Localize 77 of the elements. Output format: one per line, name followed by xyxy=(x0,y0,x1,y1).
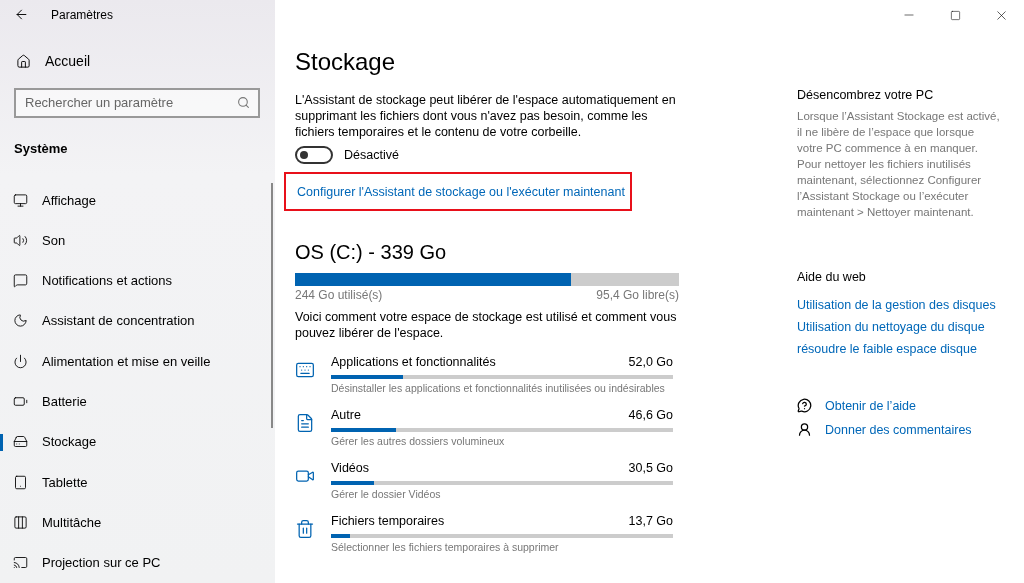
sidebar-item[interactable]: Alimentation et mise en veille xyxy=(0,341,275,382)
configure-link[interactable]: Configurer l'Assistant de stockage ou l'exécuter maintenant xyxy=(297,185,625,199)
help-link[interactable]: Utilisation de la gestion des disques xyxy=(797,298,1001,312)
sidebar-label: Alimentation et mise en veille xyxy=(42,353,211,369)
message-icon xyxy=(13,273,28,289)
aside-text: Lorsque l’Assistant Stockage est activé, il ne libère de l’espace que lorsque votre PC commence à en manquer. Pour nettoyer les fichiers inutilisés maintenant, sélectionnez Configurer l’Assistant Stockage ou l’exécuter maintenant > Nettoyer maintenant. xyxy=(797,109,1001,220)
sidebar-label: Batterie xyxy=(42,394,87,410)
columns-icon xyxy=(13,515,28,531)
person-icon xyxy=(797,422,812,437)
category-size: 46,6 Go xyxy=(628,408,673,422)
home-icon xyxy=(16,53,31,69)
sidebar-item[interactable]: Notifications et actions xyxy=(0,260,275,301)
home-label: Accueil xyxy=(45,53,91,70)
intro-text: Voici comment votre espace de stockage est utilisé et comment vous pouvez libérer de l'espace. xyxy=(295,309,678,341)
help-title: Aide du web xyxy=(797,270,867,284)
sidebar-item[interactable]: Stockage xyxy=(0,421,275,463)
speaker-icon xyxy=(13,232,28,248)
free-label: 95,4 Go libre(s) xyxy=(596,288,679,302)
sidebar-label: Stockage xyxy=(42,434,97,450)
action-link[interactable]: Obtenir de l’aide xyxy=(825,398,917,413)
cast-icon xyxy=(13,555,28,571)
category-size: 30,5 Go xyxy=(628,461,673,475)
power-icon xyxy=(13,353,28,369)
sidebar-item[interactable]: Affichage xyxy=(0,179,275,221)
description: L'Assistant de stockage peut libérer de l'espace automatiquement en supprimant les fichiers dont vous n'avez pas besoin, comme les fichiers temporaires et le contenu de votre corbeille. xyxy=(295,92,677,140)
page-title: Stockage xyxy=(295,48,397,76)
tablet-icon xyxy=(13,474,28,490)
category-hint: Gérer le dossier Vidéos xyxy=(331,488,442,500)
back-icon[interactable] xyxy=(14,7,29,23)
sidebar-item[interactable]: Tablette xyxy=(0,462,275,503)
moon-icon xyxy=(13,313,28,329)
category-name: Vidéos xyxy=(331,461,369,475)
sidebar-item[interactable]: Multitâche xyxy=(0,502,275,543)
category-name: Fichiers temporaires xyxy=(331,514,445,528)
category-size: 13,7 Go xyxy=(628,514,673,528)
help-link[interactable]: résoudre le faible espace disque xyxy=(797,342,1001,356)
sidebar-item[interactable]: Assistant de concentration xyxy=(0,300,275,342)
search-icon xyxy=(237,96,250,110)
home-item[interactable]: Accueil xyxy=(0,29,275,76)
category-item[interactable]: Applications et fonctionnalités 52,0 Go Désinstaller les applications et fonctionnalités inutilisées ou indésirables xyxy=(331,355,673,394)
sidebar-label: Assistant de concentration xyxy=(42,313,195,329)
drive-title: OS (C:) - 339 Go xyxy=(295,241,448,264)
help-link[interactable]: Utilisation du nettoyage du disque xyxy=(797,320,1001,334)
sidebar-label: Notifications et actions xyxy=(42,273,173,289)
sidebar-item[interactable]: Batterie xyxy=(0,381,275,422)
category-name: Autre xyxy=(331,408,361,422)
category-size: 52,0 Go xyxy=(628,355,673,369)
sidebar-label: Son xyxy=(42,232,66,248)
category-name: Applications et fonctionnalités xyxy=(331,355,496,369)
maximize-icon[interactable] xyxy=(949,9,961,21)
document-icon xyxy=(295,413,315,433)
category-item[interactable]: Autre 46,6 Go Gérer les autres dossiers volumineux xyxy=(331,408,673,447)
toggle-label: Désactivé xyxy=(344,148,399,162)
used-label: 244 Go utilisé(s) xyxy=(295,288,383,302)
category-hint: Sélectionner les fichiers temporaires à supprimer xyxy=(331,541,560,553)
help-chat-icon xyxy=(797,398,812,413)
category-hint: Gérer les autres dossiers volumineux xyxy=(331,435,506,447)
category-hint: Désinstaller les applications et fonctionnalités inutilisées ou indésirables xyxy=(331,382,666,394)
sidebar-item[interactable]: Son xyxy=(0,220,275,261)
monitor-icon xyxy=(13,192,28,208)
sidebar-label: Multitâche xyxy=(42,515,102,531)
sidebar-item[interactable]: Projection sur ce PC xyxy=(0,542,275,583)
sidebar-label: Projection sur ce PC xyxy=(42,555,161,571)
search-field[interactable]: Rechercher un paramètre xyxy=(25,91,225,114)
category-item[interactable]: Fichiers temporaires 13,7 Go Sélectionner les fichiers temporaires à supprimer xyxy=(331,514,673,553)
aside-title: Désencombrez votre PC xyxy=(797,88,935,102)
drive-icon xyxy=(13,434,28,450)
category-item[interactable]: Vidéos 30,5 Go Gérer le dossier Vidéos xyxy=(331,461,673,500)
window-title: Paramètres xyxy=(51,7,114,22)
trash-icon xyxy=(295,519,315,539)
action-link[interactable]: Donner des commentaires xyxy=(825,422,972,437)
keyboard-icon xyxy=(295,360,315,380)
toggle-switch[interactable] xyxy=(295,146,333,164)
search-box[interactable]: Rechercher un paramètre xyxy=(14,88,260,118)
sidebar-label: Tablette xyxy=(42,474,88,490)
sidebar-label: Affichage xyxy=(42,192,96,208)
section-heading: Système xyxy=(13,139,69,158)
